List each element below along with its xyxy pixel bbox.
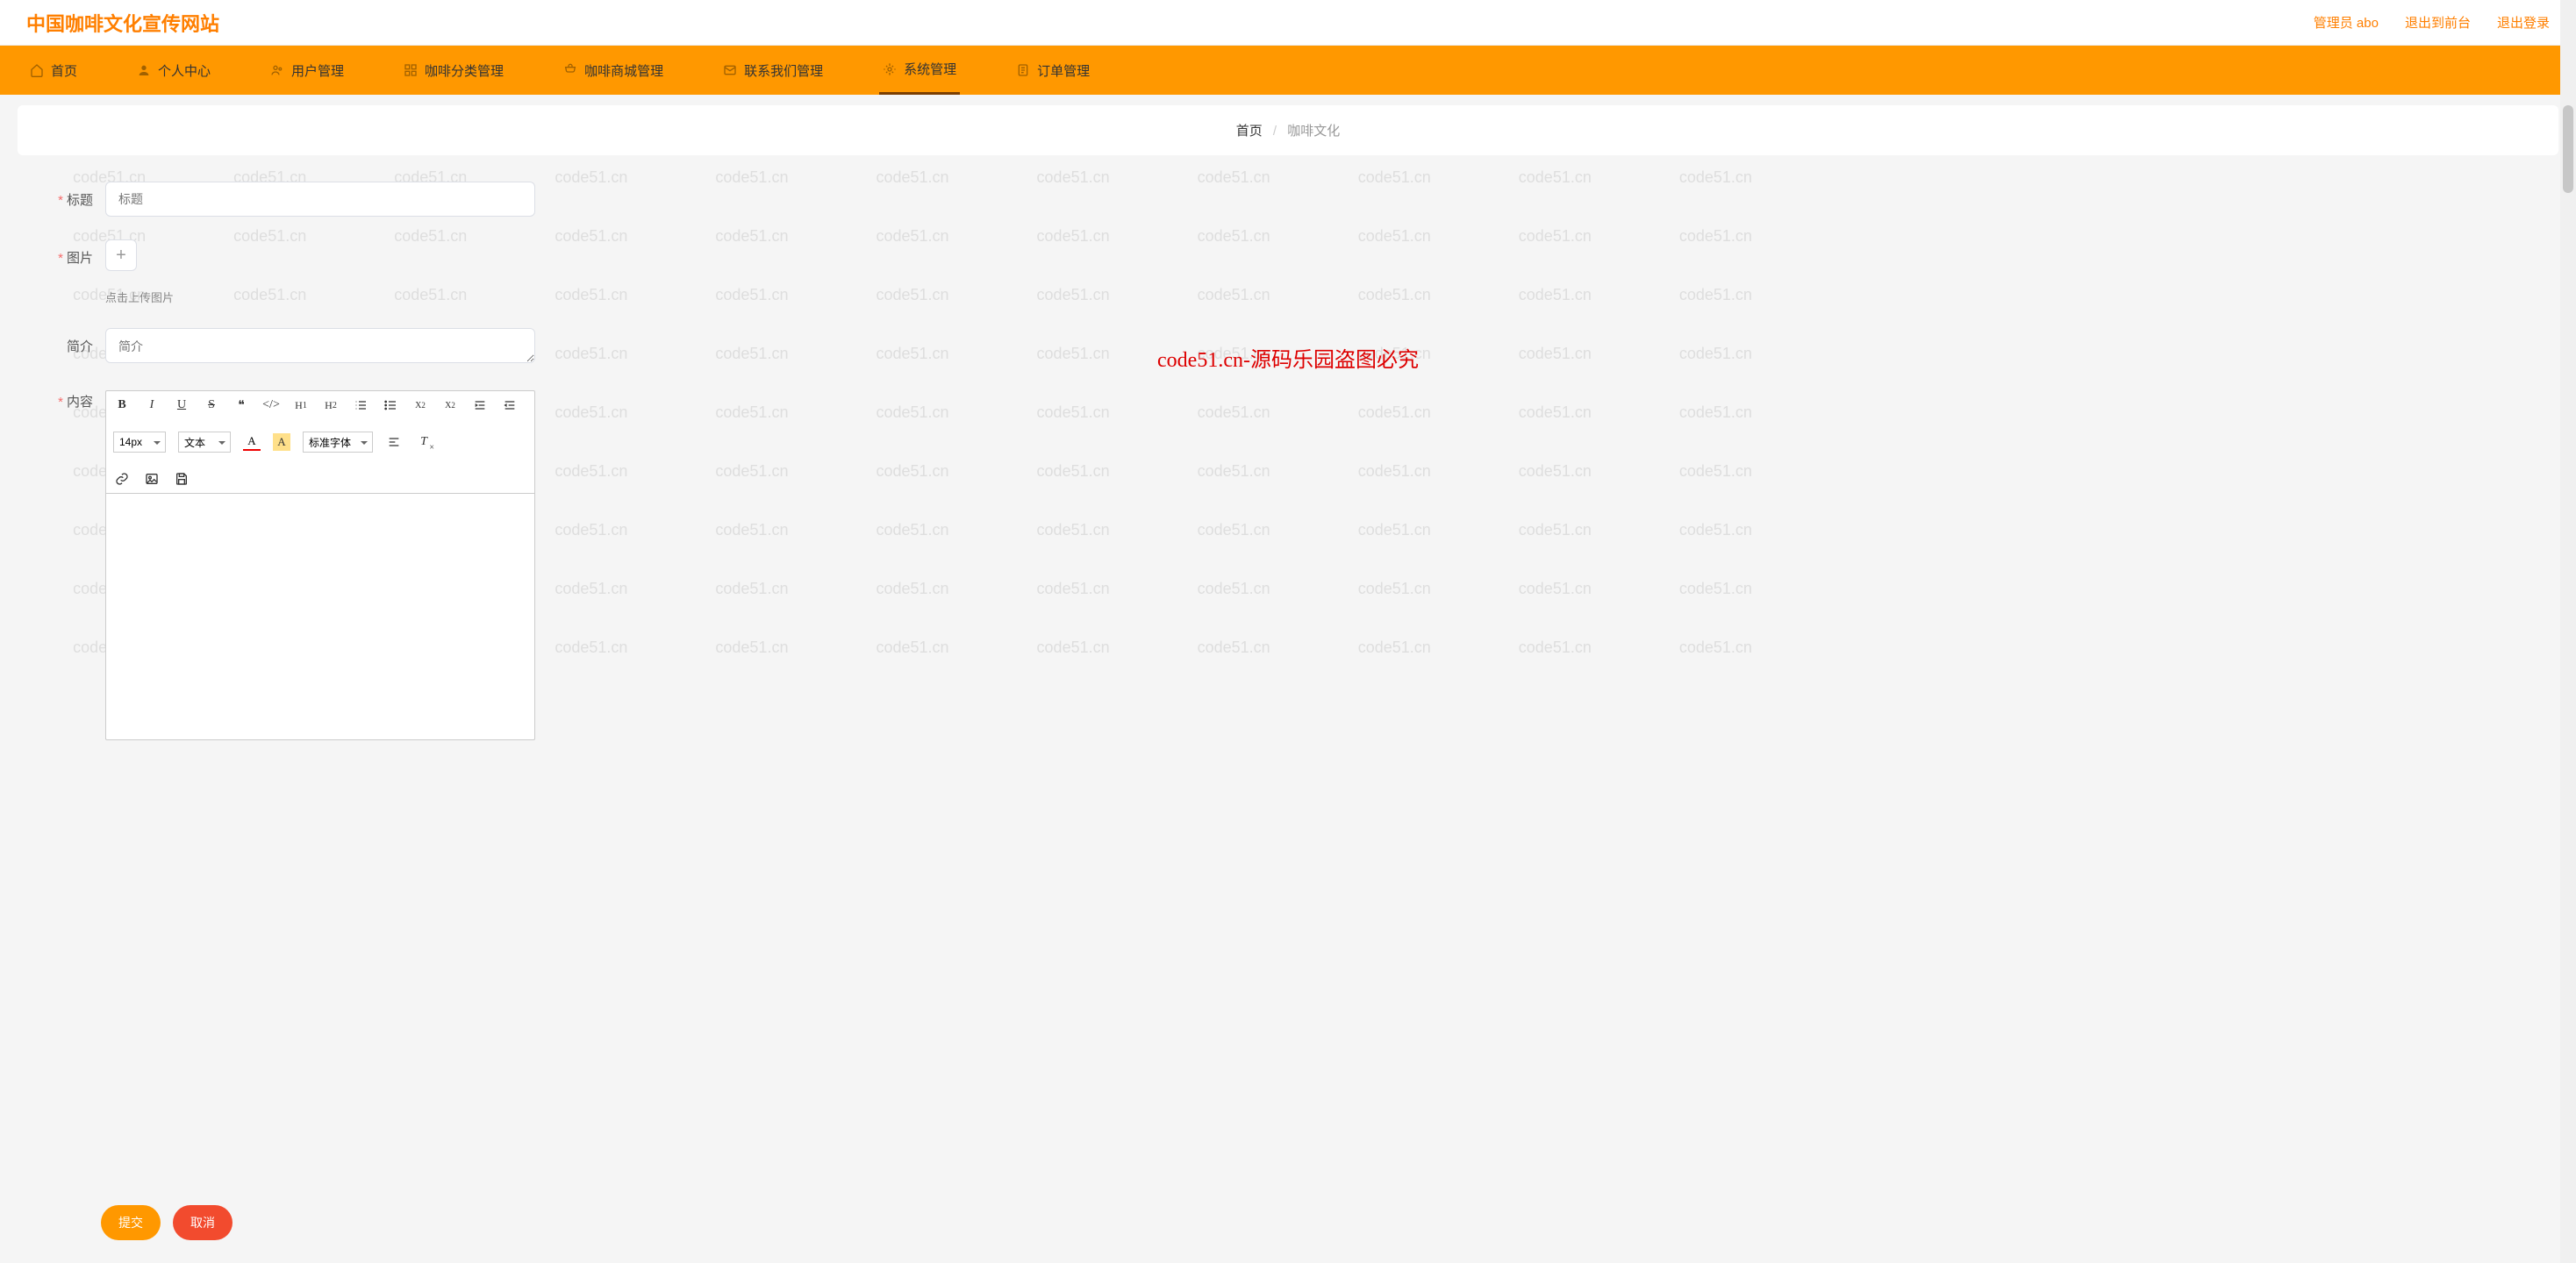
nav-home[interactable]: 首页 [26, 46, 81, 95]
h2-button[interactable]: H2 [322, 396, 340, 414]
image-button[interactable] [143, 470, 161, 488]
main-nav: 首页 个人中心 用户管理 咖啡分类管理 咖啡商城管理 联系我们管理 系统管理 订… [0, 46, 2576, 95]
nav-label: 首页 [51, 61, 77, 80]
superscript-button[interactable]: X2 [441, 396, 459, 414]
shop-icon [563, 63, 577, 77]
nav-label: 联系我们管理 [744, 61, 823, 80]
align-button[interactable] [385, 433, 403, 451]
nav-label: 用户管理 [291, 61, 344, 80]
quote-button[interactable]: ❝ [233, 396, 250, 414]
unordered-list-button[interactable] [382, 396, 399, 414]
underline-button[interactable]: U [173, 396, 190, 414]
logout-link[interactable]: 退出登录 [2497, 13, 2550, 32]
plus-icon: + [116, 246, 126, 266]
watermark-warning-text: code51.cn-源码乐园盗图必究 [1157, 342, 1419, 373]
bg-color-button[interactable]: A [273, 433, 290, 451]
code-button[interactable]: </> [262, 396, 280, 414]
breadcrumb: 首页 / 咖啡文化 [18, 121, 2558, 139]
strikethrough-button[interactable]: S [203, 396, 220, 414]
nav-label: 咖啡商城管理 [584, 61, 663, 80]
top-header: 中国咖啡文化宣传网站 管理员 abo 退出到前台 退出登录 [0, 0, 2576, 46]
nav-label: 咖啡分类管理 [425, 61, 504, 80]
title-input[interactable] [105, 182, 535, 217]
admin-user-link[interactable]: 管理员 abo [2314, 13, 2379, 32]
breadcrumb-current: 咖啡文化 [1287, 124, 1340, 139]
nav-label: 系统管理 [904, 60, 956, 78]
font-family-select[interactable]: 标准字体 [303, 432, 373, 453]
order-icon [1016, 63, 1030, 77]
breadcrumb-separator: / [1273, 124, 1277, 139]
settings-icon [883, 62, 897, 76]
clear-format-button[interactable]: T× [415, 433, 433, 451]
nav-contact-mgmt[interactable]: 联系我们管理 [719, 46, 826, 95]
rich-text-editor: B I U S ❝ </> H1 H2 X2 X2 [105, 390, 535, 740]
content-label: *内容 [35, 390, 105, 410]
bold-button[interactable]: B [113, 396, 131, 414]
font-size-select[interactable]: 14px [113, 432, 166, 453]
nav-label: 个人中心 [158, 61, 211, 80]
summary-label: 简介 [35, 328, 105, 355]
users-icon [270, 63, 284, 77]
form-row-content: *内容 B I U S ❝ </> H1 H2 X2 X2 [35, 390, 2541, 740]
submit-button[interactable]: 提交 [101, 1205, 161, 1240]
nav-system-mgmt[interactable]: 系统管理 [879, 46, 960, 95]
editor-toolbar: B I U S ❝ </> H1 H2 X2 X2 [106, 391, 534, 494]
link-button[interactable] [113, 470, 131, 488]
breadcrumb-home[interactable]: 首页 [1236, 124, 1263, 139]
form-row-title: *标题 [35, 182, 2541, 217]
form-action-buttons: 提交 取消 [101, 1205, 233, 1240]
nav-user-mgmt[interactable]: 用户管理 [267, 46, 347, 95]
form-container: *标题 *图片 + 点击上传图片 简介 *内容 B I U S [0, 155, 2576, 789]
nav-order-mgmt[interactable]: 订单管理 [1013, 46, 1093, 95]
nav-shop-mgmt[interactable]: 咖啡商城管理 [560, 46, 667, 95]
category-icon [404, 63, 418, 77]
image-label: *图片 [35, 239, 105, 267]
breadcrumb-panel: 首页 / 咖啡文化 [18, 105, 2558, 155]
form-row-image: *图片 + 点击上传图片 [35, 239, 2541, 305]
h1-button[interactable]: H1 [292, 396, 310, 414]
header-actions: 管理员 abo 退出到前台 退出登录 [2314, 13, 2550, 32]
text-type-select[interactable]: 文本 [178, 432, 231, 453]
editor-content-area[interactable] [106, 494, 534, 739]
outdent-button[interactable] [501, 396, 519, 414]
scrollbar-thumb[interactable] [2563, 105, 2573, 193]
image-upload-button[interactable]: + [105, 239, 137, 271]
user-icon [137, 63, 151, 77]
exit-to-frontend-link[interactable]: 退出到前台 [2405, 13, 2471, 32]
nav-label: 订单管理 [1037, 61, 1090, 80]
ordered-list-button[interactable] [352, 396, 369, 414]
vertical-scrollbar[interactable] [2560, 0, 2576, 1263]
summary-textarea[interactable] [105, 328, 535, 363]
italic-button[interactable]: I [143, 396, 161, 414]
site-title: 中国咖啡文化宣传网站 [26, 9, 219, 37]
subscript-button[interactable]: X2 [411, 396, 429, 414]
contact-icon [723, 63, 737, 77]
upload-hint: 点击上传图片 [105, 289, 535, 305]
home-icon [30, 63, 44, 77]
nav-profile[interactable]: 个人中心 [133, 46, 214, 95]
text-color-button[interactable]: A [243, 433, 261, 451]
cancel-button[interactable]: 取消 [173, 1205, 233, 1240]
save-button-editor[interactable] [173, 470, 190, 488]
title-label: *标题 [35, 182, 105, 209]
indent-button[interactable] [471, 396, 489, 414]
nav-category-mgmt[interactable]: 咖啡分类管理 [400, 46, 507, 95]
